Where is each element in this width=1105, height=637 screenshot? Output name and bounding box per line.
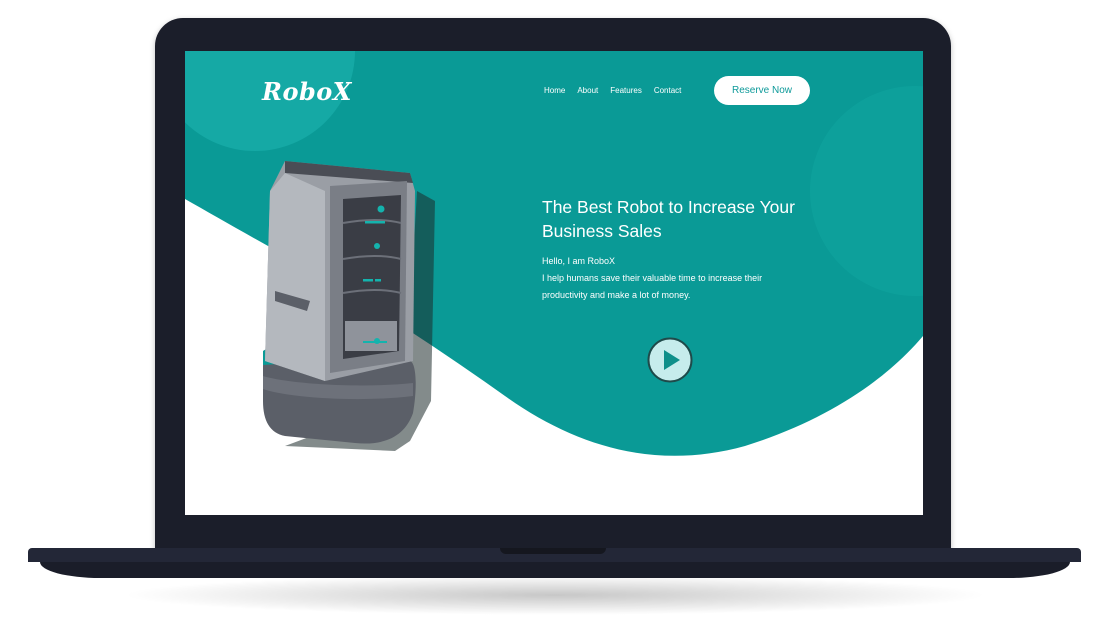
hero-description-text: I help humans save their valuable time t… [542, 273, 763, 300]
play-icon[interactable] [647, 337, 693, 383]
laptop-shadow [120, 575, 990, 615]
robot-illustration [263, 161, 435, 451]
hero-description: Hello, I am RoboX I help humans save the… [542, 253, 802, 304]
nav-link-home[interactable]: Home [544, 86, 565, 95]
laptop-mockup: RoboX Home About Features Contact Reserv… [0, 0, 1105, 637]
reserve-now-button[interactable]: Reserve Now [714, 76, 810, 105]
nav-link-features[interactable]: Features [610, 86, 642, 95]
website-screen: RoboX Home About Features Contact Reserv… [185, 51, 923, 515]
hero-greeting: Hello, I am RoboX [542, 256, 616, 266]
nav-link-about[interactable]: About [577, 86, 598, 95]
main-nav: Home About Features Contact [544, 86, 681, 95]
laptop-base-bottom [40, 562, 1070, 578]
laptop-notch [500, 548, 606, 554]
hero-title: The Best Robot to Increase Your Business… [542, 197, 795, 241]
logo[interactable]: RoboX [262, 77, 352, 106]
nav-link-contact[interactable]: Contact [654, 86, 682, 95]
